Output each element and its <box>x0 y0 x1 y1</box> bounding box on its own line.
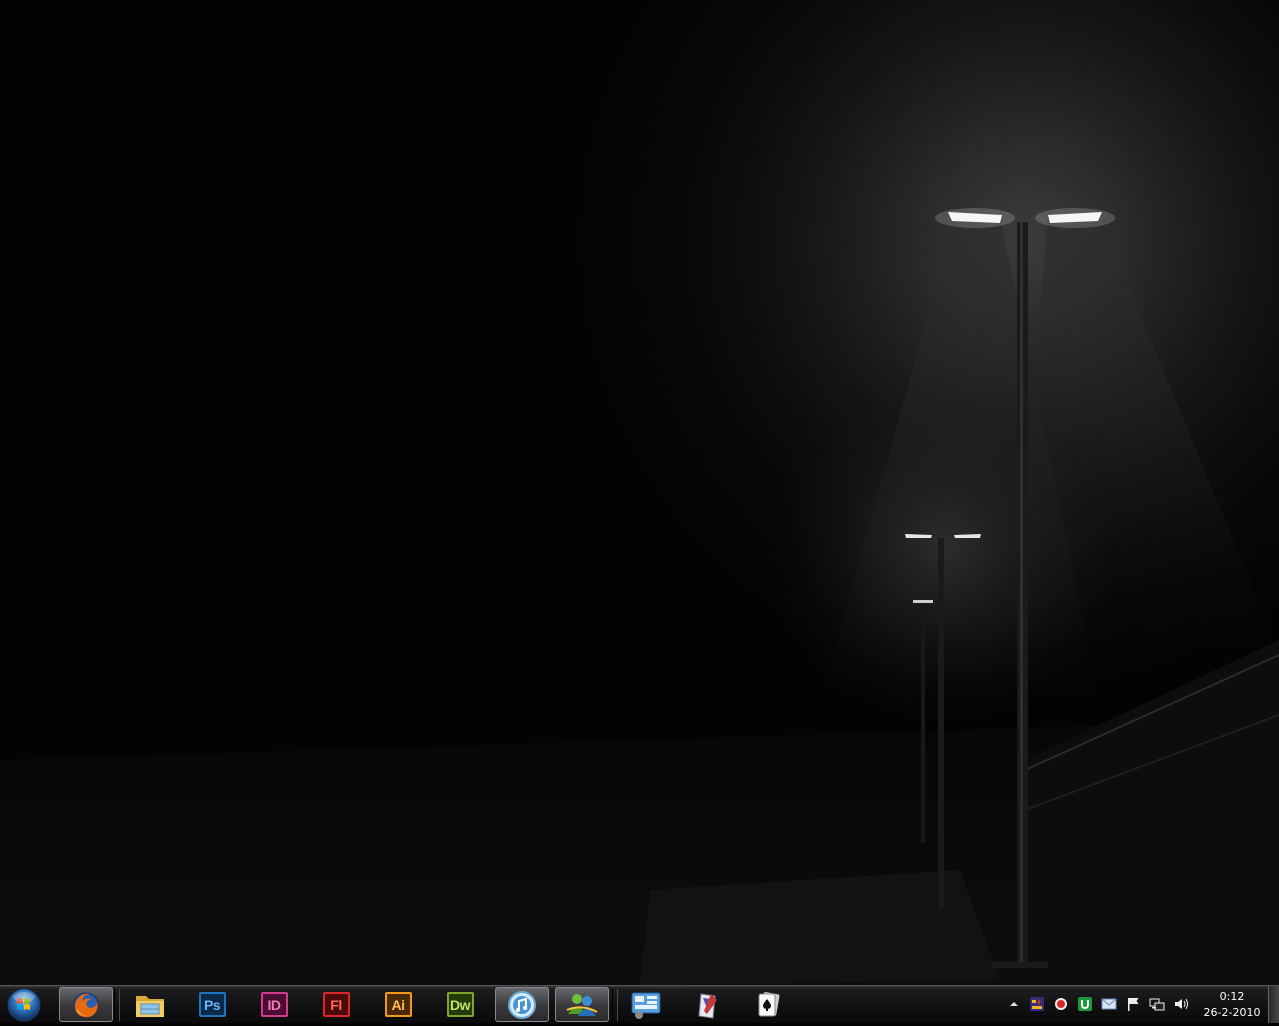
show-desktop-button[interactable] <box>1268 986 1279 1023</box>
winamp-icon[interactable] <box>1029 996 1045 1012</box>
itunes-icon <box>508 990 536 1019</box>
taskbar: Ps ID Fl Ai Dw 0:12 26-2-2010 <box>0 985 1279 1023</box>
taskbar-dreamweaver[interactable]: Dw <box>433 987 487 1022</box>
card-icon <box>758 991 780 1016</box>
taskbar-indesign[interactable]: ID <box>247 987 301 1022</box>
taskbar-explorer[interactable] <box>123 987 177 1022</box>
start-button[interactable] <box>5 988 43 1022</box>
taskbar-clock[interactable]: 0:12 26-2-2010 <box>1197 989 1267 1021</box>
flash-icon: Fl <box>322 992 350 1017</box>
taskbar-flash[interactable]: Fl <box>309 987 363 1022</box>
taskbar-separator <box>612 989 618 1021</box>
clock-time: 0:12 <box>1219 990 1245 1003</box>
illustrator-icon: Ai <box>384 992 412 1017</box>
messenger-icon <box>566 993 598 1016</box>
utorrent-icon[interactable] <box>1077 996 1093 1012</box>
network-icon[interactable] <box>1149 996 1165 1012</box>
third-lamp-pole <box>921 603 925 843</box>
taskbar-separator <box>114 989 120 1021</box>
taskbar-messenger[interactable] <box>555 987 609 1022</box>
photoshop-icon: Ps <box>198 992 226 1017</box>
indesign-icon: ID <box>260 992 288 1017</box>
taskbar-tool[interactable] <box>681 987 735 1022</box>
dreamweaver-icon: Dw <box>446 992 474 1017</box>
tool-icon <box>698 992 717 1019</box>
windows-orb-icon <box>7 988 41 1022</box>
record-icon[interactable] <box>1053 996 1069 1012</box>
mail-icon[interactable] <box>1101 996 1117 1012</box>
folder-icon <box>136 995 164 1017</box>
desktop-wallpaper <box>0 0 1279 985</box>
taskbar-illustrator[interactable]: Ai <box>371 987 425 1022</box>
taskbar-solitaire[interactable] <box>741 987 795 1022</box>
clock-date: 26-2-2010 <box>1203 1006 1261 1019</box>
speaker-icon[interactable] <box>1173 996 1189 1012</box>
taskbar-itunes[interactable] <box>495 987 549 1022</box>
control-panel-icon <box>631 992 661 1019</box>
taskbar-control-panel[interactable] <box>619 987 673 1022</box>
firefox-icon <box>73 992 99 1017</box>
show-hidden-chevron-icon[interactable] <box>1006 996 1022 1012</box>
taskbar-firefox[interactable] <box>59 987 113 1022</box>
second-lamp-pole <box>938 538 944 908</box>
taskbar-photoshop[interactable]: Ps <box>185 987 239 1022</box>
action-center-flag-icon[interactable] <box>1125 996 1141 1012</box>
third-lamp <box>913 600 933 603</box>
